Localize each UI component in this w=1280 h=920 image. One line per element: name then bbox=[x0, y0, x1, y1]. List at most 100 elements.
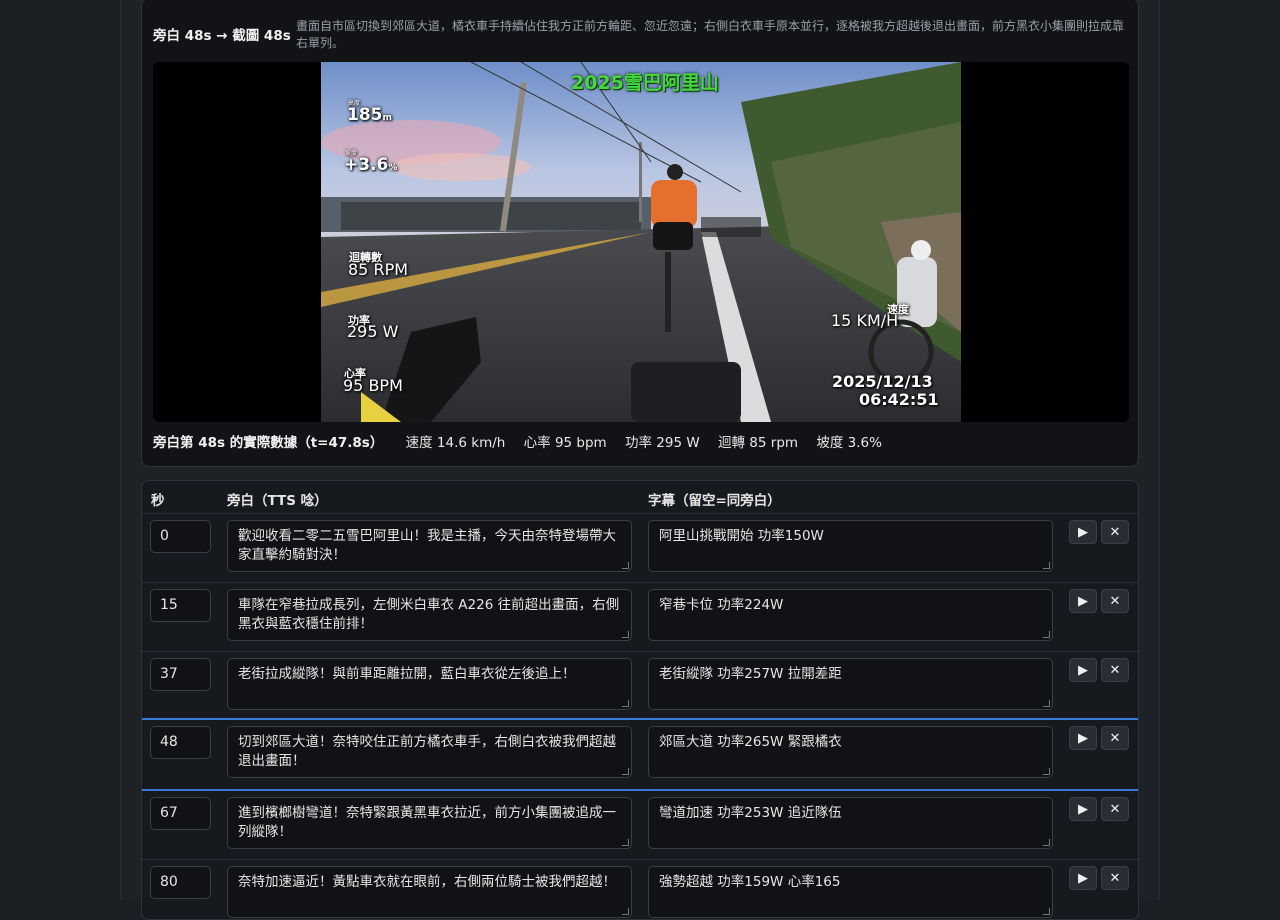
narration-text: 切到郊區大道！奈特咬住正前方橘衣車手，右側白衣被我們超越退出畫面！ bbox=[238, 734, 616, 769]
subtitle-textarea[interactable]: 窄巷卡位 功率224W bbox=[648, 589, 1053, 641]
page: 旁白 48s → 截圖 48s 畫面自市區切換到郊區大道，橘衣車手持續佔住我方正… bbox=[120, 0, 1160, 920]
narration-textarea[interactable]: 奈特加速逼近！黃點車衣就在眼前，右側兩位騎士被我們超越！ bbox=[227, 866, 632, 918]
seconds-input[interactable]: 67 bbox=[150, 797, 211, 830]
resize-grip-icon[interactable] bbox=[622, 700, 629, 707]
resize-grip-icon[interactable] bbox=[1043, 908, 1050, 915]
grade-value: +3.6 bbox=[344, 155, 389, 175]
subtitle-text: 老街縱隊 功率257W 拉開差距 bbox=[659, 666, 842, 682]
play-button[interactable]: ▶ bbox=[1069, 866, 1097, 890]
subtitle-text: 彎道加速 功率253W 追近隊伍 bbox=[659, 805, 842, 821]
delete-button[interactable]: ✕ bbox=[1101, 520, 1129, 544]
play-button[interactable]: ▶ bbox=[1069, 589, 1097, 613]
overlay-event-title: 2025雪巴阿里山 bbox=[571, 72, 719, 94]
subtitle-textarea[interactable]: 老街縱隊 功率257W 拉開差距 bbox=[648, 658, 1053, 710]
resize-grip-icon[interactable] bbox=[1043, 631, 1050, 638]
play-button[interactable]: ▶ bbox=[1069, 658, 1097, 682]
actual-data-row: 旁白第 48s 的實際數據（t=47.8s） 速度 14.6 km/h 心率 9… bbox=[153, 431, 896, 451]
hr-value: 95 bbox=[343, 376, 364, 395]
delete-button[interactable]: ✕ bbox=[1101, 797, 1129, 821]
subtitle-text: 強勢超越 功率159W 心率165 bbox=[659, 874, 841, 890]
speed-unit: KM/H bbox=[856, 311, 899, 330]
altitude-value: 185 bbox=[347, 105, 383, 125]
resize-grip-icon[interactable] bbox=[1043, 768, 1050, 775]
actual-power: 功率 295 W bbox=[625, 435, 700, 451]
narration-textarea[interactable]: 車隊在窄巷拉成長列，左側米白車衣 A226 往前超出畫面，右側黑衣與藍衣穩住前排… bbox=[227, 589, 632, 641]
actual-hr: 心率 95 bpm bbox=[523, 435, 607, 451]
seconds-input[interactable]: 80 bbox=[150, 866, 211, 899]
resize-grip-icon[interactable] bbox=[622, 839, 629, 846]
table-row: 37 老街拉成縱隊！與前車距離拉開，藍白車衣從左後追上！ 老街縱隊 功率257W… bbox=[142, 652, 1138, 719]
subtitle-text: 阿里山挑戰開始 功率150W bbox=[659, 528, 824, 544]
grade-unit: % bbox=[388, 163, 398, 173]
resize-grip-icon[interactable] bbox=[1043, 700, 1050, 707]
narration-textarea[interactable]: 切到郊區大道！奈特咬住正前方橘衣車手，右側白衣被我們超越退出畫面！ bbox=[227, 726, 632, 778]
overlay-date: 2025/12/13 bbox=[832, 372, 933, 391]
power-value: 295 bbox=[347, 322, 378, 341]
delete-button[interactable]: ✕ bbox=[1101, 726, 1129, 750]
speed-value: 15 bbox=[831, 311, 852, 330]
narration-textarea[interactable]: 進到檳榔樹彎道！奈特緊跟黃黑車衣拉近，前方小集團被追成一列縱隊！ bbox=[227, 797, 632, 849]
cadence-unit: RPM bbox=[373, 260, 409, 279]
header-narration: 旁白（TTS 唸） bbox=[227, 493, 328, 509]
delete-button[interactable]: ✕ bbox=[1101, 866, 1129, 890]
narration-text: 歡迎收看二零二五雪巴阿里山！我是主播，今天由奈特登場帶大家直擊約騎對決！ bbox=[238, 528, 616, 563]
road-scene-image bbox=[321, 62, 961, 422]
header-subtitle: 字幕（留空=同旁白） bbox=[648, 493, 781, 509]
play-button[interactable]: ▶ bbox=[1069, 726, 1097, 750]
narration-text: 車隊在窄巷拉成長列，左側米白車衣 A226 往前超出畫面，右側黑衣與藍衣穩住前排… bbox=[238, 597, 620, 632]
header-sec: 秒 bbox=[151, 493, 165, 509]
delete-button[interactable]: ✕ bbox=[1101, 589, 1129, 613]
table-row-active: 48 切到郊區大道！奈特咬住正前方橘衣車手，右側白衣被我們超越退出畫面！ 郊區大… bbox=[142, 718, 1138, 791]
seconds-input[interactable]: 15 bbox=[150, 589, 211, 622]
power-unit: W bbox=[382, 322, 399, 341]
overlay-time: 06:42:51 bbox=[859, 390, 939, 409]
table-row: 80 奈特加速逼近！黃點車衣就在眼前，右側兩位騎士被我們超越！ 強勢超越 功率1… bbox=[142, 860, 1138, 919]
play-button[interactable]: ▶ bbox=[1069, 797, 1097, 821]
narration-text: 老街拉成縱隊！與前車距離拉開，藍白車衣從左後追上！ bbox=[238, 666, 576, 682]
resize-grip-icon[interactable] bbox=[1043, 839, 1050, 846]
subtitle-text: 窄巷卡位 功率224W bbox=[659, 597, 784, 613]
video-frame[interactable]: 2025雪巴阿里山 高度 185m 坡度 +3.6% 迴轉數 85 RPM 功率… bbox=[153, 62, 1129, 422]
resize-grip-icon[interactable] bbox=[1043, 562, 1050, 569]
table-row: 67 進到檳榔樹彎道！奈特緊跟黃黑車衣拉近，前方小集團被追成一列縱隊！ 彎道加速… bbox=[142, 791, 1138, 860]
overlay-grade-value: +3.6% bbox=[344, 155, 397, 175]
table-row: 0 歡迎收看二零二五雪巴阿里山！我是主播，今天由奈特登場帶大家直擊約騎對決！ 阿… bbox=[142, 514, 1138, 583]
table-row: 15 車隊在窄巷拉成長列，左側米白車衣 A226 往前超出畫面，右側黑衣與藍衣穩… bbox=[142, 583, 1138, 652]
overlay-altitude-value: 185m bbox=[347, 105, 392, 125]
actual-grade: 坡度 3.6% bbox=[816, 435, 882, 451]
subtitle-textarea[interactable]: 彎道加速 功率253W 追近隊伍 bbox=[648, 797, 1053, 849]
resize-grip-icon[interactable] bbox=[622, 562, 629, 569]
screenshot-image: 2025雪巴阿里山 高度 185m 坡度 +3.6% 迴轉數 85 RPM 功率… bbox=[321, 62, 961, 422]
seconds-input[interactable]: 0 bbox=[150, 520, 211, 553]
narration-text: 進到檳榔樹彎道！奈特緊跟黃黑車衣拉近，前方小集團被追成一列縱隊！ bbox=[238, 805, 616, 840]
subtitle-text: 郊區大道 功率265W 緊跟橘衣 bbox=[659, 734, 842, 750]
overlay-speed: 15 KM/H bbox=[831, 311, 898, 330]
narration-text: 奈特加速逼近！黃點車衣就在眼前，右側兩位騎士被我們超越！ bbox=[238, 874, 616, 890]
table-header: 秒 旁白（TTS 唸） 字幕（留空=同旁白） bbox=[142, 481, 1138, 514]
overlay-cadence: 85 RPM bbox=[348, 260, 408, 279]
seconds-input[interactable]: 48 bbox=[150, 726, 211, 759]
resize-grip-icon[interactable] bbox=[622, 908, 629, 915]
play-button[interactable]: ▶ bbox=[1069, 520, 1097, 544]
overlay-power: 295 W bbox=[347, 322, 398, 341]
actual-cadence: 迴轉 85 rpm bbox=[718, 435, 799, 451]
subtitle-textarea[interactable]: 強勢超越 功率159W 心率165 bbox=[648, 866, 1053, 918]
delete-button[interactable]: ✕ bbox=[1101, 658, 1129, 682]
preview-card: 旁白 48s → 截圖 48s 畫面自市區切換到郊區大道，橘衣車手持續佔住我方正… bbox=[141, 0, 1139, 467]
actual-speed: 速度 14.6 km/h bbox=[405, 435, 506, 451]
narration-textarea[interactable]: 老街拉成縱隊！與前車距離拉開，藍白車衣從左後追上！ bbox=[227, 658, 632, 710]
altitude-unit: m bbox=[382, 113, 392, 123]
preview-description: 畫面自市區切換到郊區大道，橘衣車手持續佔住我方正前方輪距、忽近忽遠；右側白衣車手… bbox=[296, 19, 1125, 50]
actual-data-label: 旁白第 48s 的實際數據（t=47.8s） bbox=[153, 435, 384, 451]
subtitle-textarea[interactable]: 阿里山挑戰開始 功率150W bbox=[648, 520, 1053, 572]
hr-unit: BPM bbox=[368, 376, 403, 395]
overlay-hr: 95 BPM bbox=[343, 376, 403, 395]
subtitle-textarea[interactable]: 郊區大道 功率265W 緊跟橘衣 bbox=[648, 726, 1053, 778]
narration-textarea[interactable]: 歡迎收看二零二五雪巴阿里山！我是主播，今天由奈特登場帶大家直擊約騎對決！ bbox=[227, 520, 632, 572]
narration-table: 秒 旁白（TTS 唸） 字幕（留空=同旁白） 0 歡迎收看二零二五雪巴阿里山！我… bbox=[141, 480, 1139, 920]
resize-grip-icon[interactable] bbox=[622, 768, 629, 775]
seconds-input[interactable]: 37 bbox=[150, 658, 211, 691]
preview-title: 旁白 48s → 截圖 48s bbox=[153, 28, 291, 44]
cadence-value: 85 bbox=[348, 260, 369, 279]
resize-grip-icon[interactable] bbox=[622, 631, 629, 638]
